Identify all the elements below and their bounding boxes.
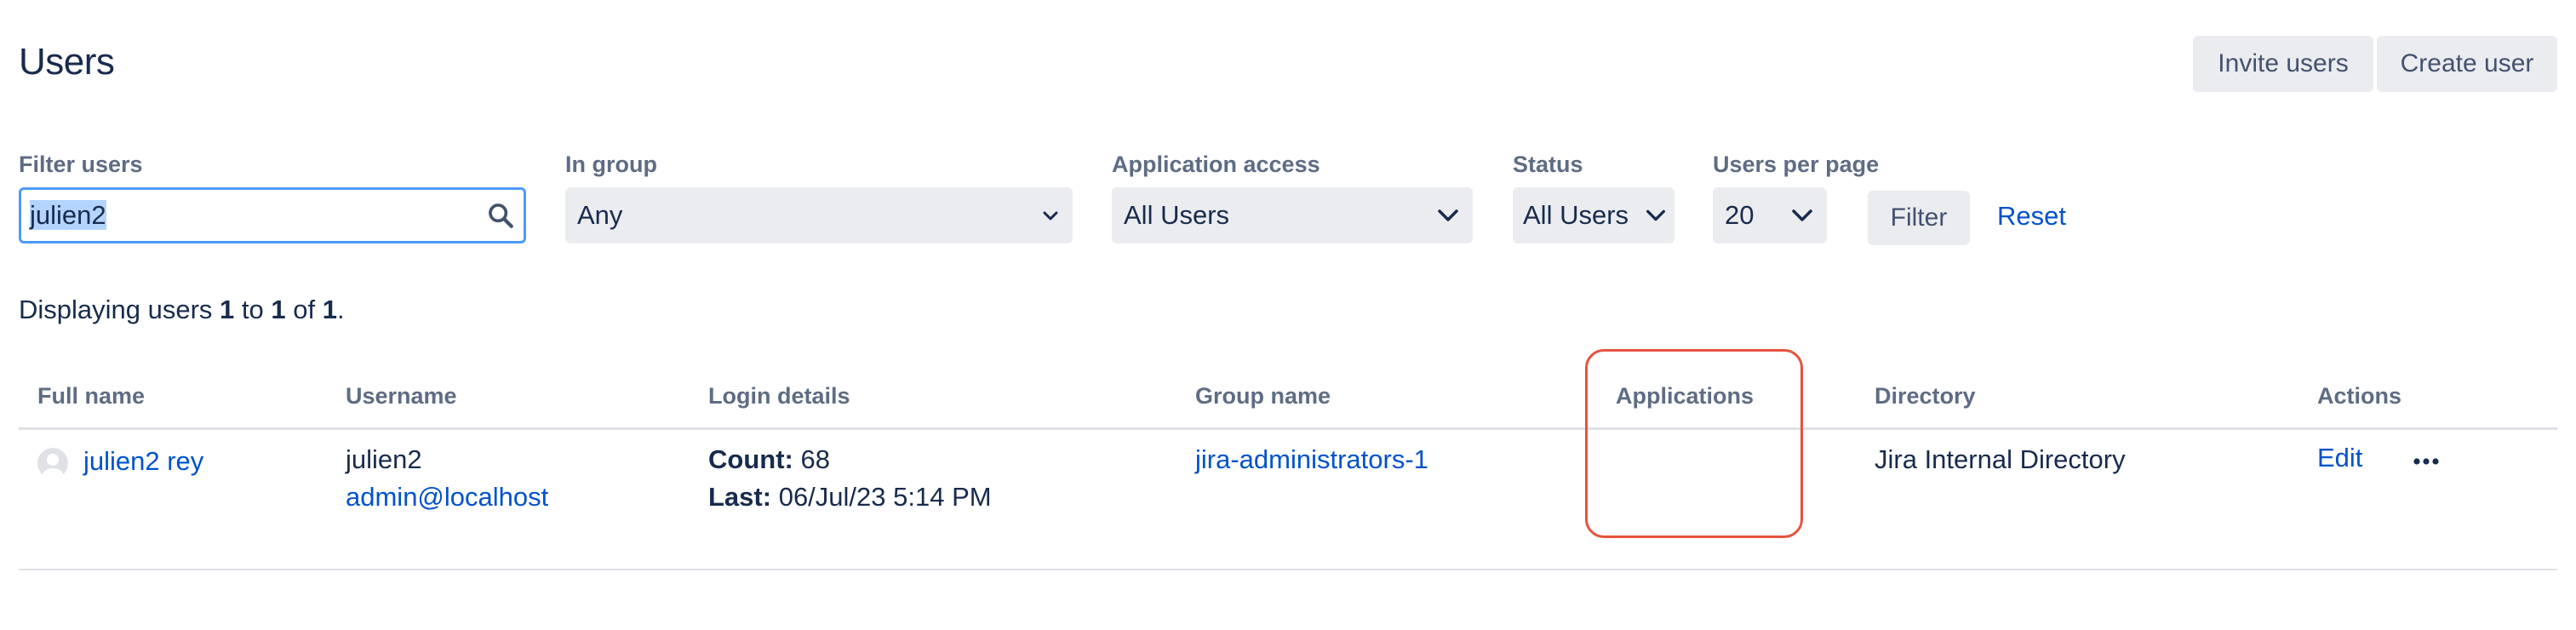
login-count-label: Count: — [708, 444, 793, 474]
status-label: Status — [1513, 152, 1583, 177]
summary-from: 1 — [220, 295, 235, 324]
in-group-label: In group — [565, 152, 657, 177]
per-page-group: Users per page 20 — [1713, 150, 1880, 243]
filter-users-label: Filter users — [19, 152, 143, 177]
column-header-username[interactable]: Username — [346, 383, 457, 410]
results-summary: Displaying users 1 to 1 of 1. — [19, 295, 345, 325]
filter-users-group: Filter users julien2 — [19, 150, 526, 243]
login-count-value: 68 — [800, 444, 830, 474]
in-group-select[interactable]: Any — [565, 187, 1073, 243]
last-login-label: Last: — [708, 482, 772, 512]
user-full-name-link[interactable]: julien2 rey — [83, 446, 203, 477]
create-user-button[interactable]: Create user — [2377, 36, 2557, 92]
more-icon[interactable] — [2409, 444, 2443, 478]
per-page-select[interactable]: 20 — [1713, 187, 1827, 243]
column-header-directory: Directory — [1875, 383, 1976, 409]
application-access-label: Application access — [1112, 152, 1320, 177]
last-login: Last: 06/Jul/23 5:14 PM — [708, 482, 992, 513]
table-bottom-divider — [19, 569, 2557, 570]
status-group: Status All Users — [1513, 150, 1674, 243]
column-header-login-details: Login details — [708, 383, 850, 409]
users-page: Users Invite users Create user Filter us… — [0, 0, 2576, 630]
chevron-down-icon — [1644, 203, 1668, 227]
chevron-down-icon — [1040, 205, 1061, 226]
application-access-value: All Users — [1124, 200, 1230, 230]
summary-suffix: . — [336, 295, 345, 324]
chevron-down-icon — [1435, 203, 1461, 228]
directory-cell: Jira Internal Directory — [1875, 444, 2126, 474]
filter-button[interactable]: Filter — [1868, 191, 1970, 245]
filter-users-input[interactable]: julien2 — [19, 187, 526, 243]
summary-of-word: of — [285, 295, 323, 324]
filter-users-value[interactable]: julien2 — [30, 200, 106, 230]
summary-to-word: to — [234, 295, 272, 324]
summary-total: 1 — [322, 295, 337, 324]
status-select[interactable]: All Users — [1513, 187, 1674, 243]
application-access-group: Application access All Users — [1112, 150, 1473, 243]
chevron-down-icon — [1789, 203, 1815, 228]
invite-users-button[interactable]: Invite users — [2193, 36, 2373, 92]
in-group-value: Any — [577, 200, 623, 230]
column-header-full-name[interactable]: Full name — [37, 383, 145, 410]
application-access-select[interactable]: All Users — [1112, 187, 1473, 243]
per-page-label: Users per page — [1713, 152, 1880, 177]
user-email-link[interactable]: admin@localhost — [346, 482, 548, 513]
column-header-actions: Actions — [2317, 383, 2402, 409]
last-login-value: 06/Jul/23 5:14 PM — [778, 482, 992, 512]
status-value: All Users — [1523, 200, 1629, 230]
edit-user-link[interactable]: Edit — [2317, 443, 2362, 473]
page-title: Users — [19, 41, 115, 83]
table-header-divider — [19, 427, 2557, 430]
reset-link[interactable]: Reset — [1997, 201, 2066, 232]
in-group-group: In group Any — [565, 150, 1073, 243]
login-count: Count: 68 — [708, 444, 830, 475]
avatar — [37, 448, 68, 478]
filter-bar: Filter users julien2 In group Any Applic… — [0, 150, 2576, 261]
header-actions: Invite users Create user — [2193, 36, 2557, 92]
summary-to: 1 — [271, 295, 286, 324]
group-name-link[interactable]: jira-administrators-1 — [1195, 444, 1428, 475]
search-icon[interactable] — [486, 201, 515, 230]
column-header-group-name: Group name — [1195, 383, 1331, 409]
summary-prefix: Displaying users — [19, 295, 220, 324]
applications-highlight — [1585, 349, 1803, 538]
username: julien2 — [346, 444, 422, 474]
per-page-value: 20 — [1725, 200, 1755, 230]
